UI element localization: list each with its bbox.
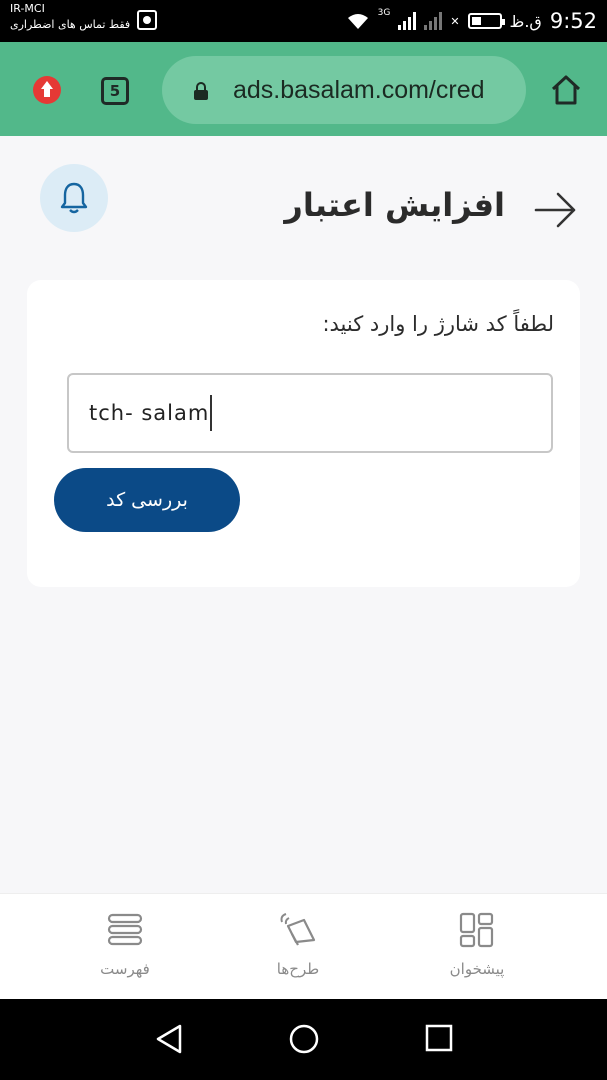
home-circle-icon[interactable] bbox=[288, 1023, 320, 1055]
charge-code-input[interactable]: tch- salam bbox=[67, 373, 553, 453]
nav-label-dashboard: پیشخوان bbox=[449, 960, 505, 978]
network-type-label: 3G bbox=[377, 8, 391, 18]
recent-apps-icon[interactable] bbox=[424, 1023, 454, 1053]
status-icons: 3G ✕ ق.ظ 9:52 bbox=[346, 8, 597, 34]
menu-icon bbox=[107, 913, 143, 946]
status-bar: IR-MCI فقط تماس های اضطراری 3G ✕ ق.ظ 9:5… bbox=[0, 0, 607, 42]
dashboard-icon bbox=[459, 912, 494, 948]
signal-strength-icon bbox=[398, 12, 417, 30]
charge-code-card: لطفاً کد شارژ را وارد کنید: tch- salam ب… bbox=[27, 280, 580, 587]
nav-item-menu[interactable]: فهرست bbox=[45, 894, 205, 1000]
system-navigation-bar bbox=[0, 999, 607, 1080]
nav-item-dashboard[interactable]: پیشخوان bbox=[397, 894, 557, 1000]
update-arrow-icon[interactable] bbox=[33, 76, 61, 104]
no-signal-icon: ✕ bbox=[450, 14, 460, 28]
home-icon[interactable] bbox=[549, 74, 583, 106]
url-text: ads.basalam.com/cred bbox=[233, 76, 485, 104]
emergency-calls-text: فقط تماس های اضطراری bbox=[10, 18, 131, 31]
time-period: ق.ظ bbox=[509, 11, 542, 31]
charge-code-value: tch- salam bbox=[89, 401, 210, 425]
clock: 9:52 bbox=[549, 9, 597, 33]
carrier-name: IR-MCI bbox=[10, 2, 45, 15]
check-code-button[interactable]: بررسی کد bbox=[54, 468, 240, 532]
megaphone-icon bbox=[280, 913, 316, 946]
page-title: افزایش اعتبار bbox=[284, 186, 505, 224]
back-arrow-icon[interactable] bbox=[534, 190, 578, 230]
bottom-navigation: پیشخوان طرح‌ها فهرست bbox=[0, 893, 607, 999]
battery-icon bbox=[467, 13, 505, 29]
address-bar[interactable]: ads.basalam.com/cred bbox=[162, 56, 526, 124]
notifications-button[interactable] bbox=[40, 164, 108, 232]
bell-icon bbox=[60, 182, 88, 214]
signal-strength-sim2-icon bbox=[424, 12, 443, 30]
charge-code-label: لطفاً کد شارژ را وارد کنید: bbox=[322, 312, 554, 336]
wifi-icon bbox=[347, 14, 368, 29]
back-icon[interactable] bbox=[154, 1023, 184, 1055]
tab-switcher-button[interactable]: 5 bbox=[101, 77, 129, 105]
nav-item-campaigns[interactable]: طرح‌ها bbox=[218, 894, 378, 1000]
text-cursor bbox=[210, 395, 213, 431]
lock-icon bbox=[194, 82, 208, 100]
nav-label-campaigns: طرح‌ها bbox=[276, 960, 320, 978]
screenshot-notification-icon bbox=[137, 10, 157, 30]
nav-label-menu: فهرست bbox=[100, 960, 150, 978]
